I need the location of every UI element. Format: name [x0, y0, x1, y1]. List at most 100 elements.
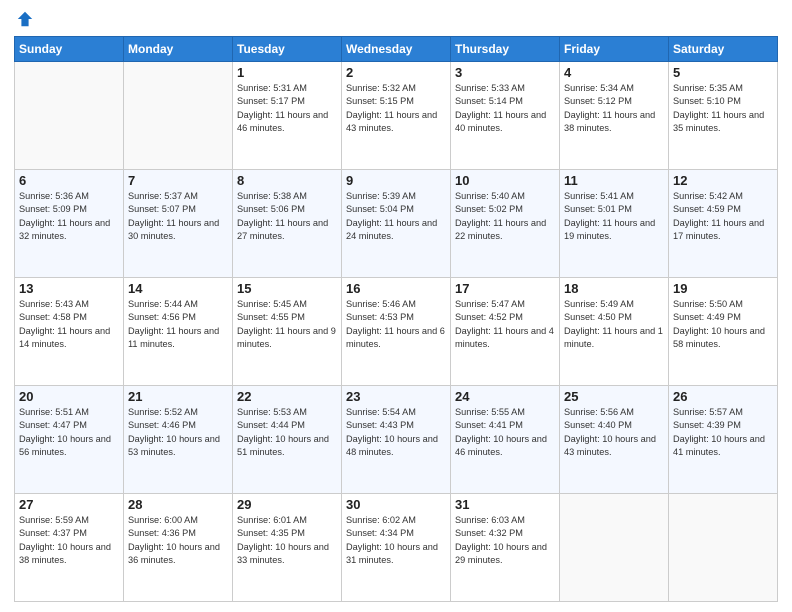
day-info: Sunrise: 5:32 AM Sunset: 5:15 PM Dayligh…: [346, 82, 446, 135]
day-info: Sunrise: 5:44 AM Sunset: 4:56 PM Dayligh…: [128, 298, 228, 351]
day-info: Sunrise: 5:59 AM Sunset: 4:37 PM Dayligh…: [19, 514, 119, 567]
weekday-header: Saturday: [669, 37, 778, 62]
calendar-cell: 19 Sunrise: 5:50 AM Sunset: 4:49 PM Dayli…: [669, 278, 778, 386]
day-number: 10: [455, 173, 555, 188]
day-number: 21: [128, 389, 228, 404]
day-number: 5: [673, 65, 773, 80]
day-number: 20: [19, 389, 119, 404]
day-info: Sunrise: 5:49 AM Sunset: 4:50 PM Dayligh…: [564, 298, 664, 351]
calendar-cell: 30 Sunrise: 6:02 AM Sunset: 4:34 PM Dayli…: [342, 494, 451, 602]
calendar-cell: [124, 62, 233, 170]
calendar-cell: 15Sunrise: 5:45 AM Sunset: 4:55 PM Dayli…: [233, 278, 342, 386]
day-info: Sunrise: 5:55 AM Sunset: 4:41 PM Dayligh…: [455, 406, 555, 459]
day-number: 8: [237, 173, 337, 188]
day-info: Sunrise: 6:01 AM Sunset: 4:35 PM Dayligh…: [237, 514, 337, 567]
calendar-cell: 18 Sunrise: 5:49 AM Sunset: 4:50 PM Dayli…: [560, 278, 669, 386]
day-number: 31: [455, 497, 555, 512]
weekday-header: Thursday: [451, 37, 560, 62]
day-info: Sunrise: 5:45 AM Sunset: 4:55 PM Dayligh…: [237, 298, 337, 351]
day-number: 7: [128, 173, 228, 188]
day-info: Sunrise: 5:37 AM Sunset: 5:07 PM Dayligh…: [128, 190, 228, 243]
day-info: Sunrise: 5:39 AM Sunset: 5:04 PM Dayligh…: [346, 190, 446, 243]
calendar-cell: 26 Sunrise: 5:57 AM Sunset: 4:39 PM Dayli…: [669, 386, 778, 494]
calendar-table: SundayMondayTuesdayWednesdayThursdayFrid…: [14, 36, 778, 602]
calendar-cell: 17 Sunrise: 5:47 AM Sunset: 4:52 PM Dayli…: [451, 278, 560, 386]
day-number: 26: [673, 389, 773, 404]
calendar-cell: 28 Sunrise: 6:00 AM Sunset: 4:36 PM Dayli…: [124, 494, 233, 602]
calendar-cell: [669, 494, 778, 602]
day-number: 22: [237, 389, 337, 404]
calendar-cell: 2 Sunrise: 5:32 AM Sunset: 5:15 PM Daylig…: [342, 62, 451, 170]
calendar-week-row: 6 Sunrise: 5:36 AM Sunset: 5:09 PM Daylig…: [15, 170, 778, 278]
calendar-cell: 22 Sunrise: 5:53 AM Sunset: 4:44 PM Dayli…: [233, 386, 342, 494]
day-info: Sunrise: 5:52 AM Sunset: 4:46 PM Dayligh…: [128, 406, 228, 459]
day-info: Sunrise: 5:33 AM Sunset: 5:14 PM Dayligh…: [455, 82, 555, 135]
day-number: 19: [673, 281, 773, 296]
calendar-header-row: SundayMondayTuesdayWednesdayThursdayFrid…: [15, 37, 778, 62]
logo-icon: [16, 10, 34, 28]
weekday-header: Tuesday: [233, 37, 342, 62]
calendar-cell: 10 Sunrise: 5:40 AM Sunset: 5:02 PM Dayli…: [451, 170, 560, 278]
calendar-week-row: 20 Sunrise: 5:51 AM Sunset: 4:47 PM Dayli…: [15, 386, 778, 494]
day-info: Sunrise: 5:34 AM Sunset: 5:12 PM Dayligh…: [564, 82, 664, 135]
day-number: 30: [346, 497, 446, 512]
day-info: Sunrise: 6:03 AM Sunset: 4:32 PM Dayligh…: [455, 514, 555, 567]
calendar-cell: 21 Sunrise: 5:52 AM Sunset: 4:46 PM Dayli…: [124, 386, 233, 494]
day-info: Sunrise: 6:00 AM Sunset: 4:36 PM Dayligh…: [128, 514, 228, 567]
day-number: 1: [237, 65, 337, 80]
day-number: 17: [455, 281, 555, 296]
day-number: 28: [128, 497, 228, 512]
day-number: 27: [19, 497, 119, 512]
calendar-cell: 1 Sunrise: 5:31 AM Sunset: 5:17 PM Daylig…: [233, 62, 342, 170]
day-info: Sunrise: 5:40 AM Sunset: 5:02 PM Dayligh…: [455, 190, 555, 243]
day-info: Sunrise: 5:57 AM Sunset: 4:39 PM Dayligh…: [673, 406, 773, 459]
day-number: 18: [564, 281, 664, 296]
calendar-cell: 27 Sunrise: 5:59 AM Sunset: 4:37 PM Dayli…: [15, 494, 124, 602]
day-number: 13: [19, 281, 119, 296]
day-number: 2: [346, 65, 446, 80]
calendar-cell: 20 Sunrise: 5:51 AM Sunset: 4:47 PM Dayli…: [15, 386, 124, 494]
calendar-cell: 11 Sunrise: 5:41 AM Sunset: 5:01 PM Dayli…: [560, 170, 669, 278]
calendar-cell: 12 Sunrise: 5:42 AM Sunset: 4:59 PM Dayli…: [669, 170, 778, 278]
day-info: Sunrise: 5:42 AM Sunset: 4:59 PM Dayligh…: [673, 190, 773, 243]
day-info: Sunrise: 5:36 AM Sunset: 5:09 PM Dayligh…: [19, 190, 119, 243]
day-info: Sunrise: 5:47 AM Sunset: 4:52 PM Dayligh…: [455, 298, 555, 351]
day-number: 6: [19, 173, 119, 188]
calendar-cell: 6 Sunrise: 5:36 AM Sunset: 5:09 PM Daylig…: [15, 170, 124, 278]
weekday-header: Monday: [124, 37, 233, 62]
calendar-week-row: 27 Sunrise: 5:59 AM Sunset: 4:37 PM Dayli…: [15, 494, 778, 602]
day-info: Sunrise: 5:41 AM Sunset: 5:01 PM Dayligh…: [564, 190, 664, 243]
day-number: 29: [237, 497, 337, 512]
day-number: 12: [673, 173, 773, 188]
weekday-header: Friday: [560, 37, 669, 62]
day-info: Sunrise: 5:54 AM Sunset: 4:43 PM Dayligh…: [346, 406, 446, 459]
day-number: 3: [455, 65, 555, 80]
day-info: Sunrise: 5:31 AM Sunset: 5:17 PM Dayligh…: [237, 82, 337, 135]
calendar-cell: 29 Sunrise: 6:01 AM Sunset: 4:35 PM Dayli…: [233, 494, 342, 602]
calendar-cell: 25Sunrise: 5:56 AM Sunset: 4:40 PM Dayli…: [560, 386, 669, 494]
day-number: 4: [564, 65, 664, 80]
day-number: 14: [128, 281, 228, 296]
calendar-cell: 4 Sunrise: 5:34 AM Sunset: 5:12 PM Daylig…: [560, 62, 669, 170]
calendar-cell: 23Sunrise: 5:54 AM Sunset: 4:43 PM Dayli…: [342, 386, 451, 494]
day-info: Sunrise: 5:53 AM Sunset: 4:44 PM Dayligh…: [237, 406, 337, 459]
day-info: Sunrise: 5:50 AM Sunset: 4:49 PM Dayligh…: [673, 298, 773, 351]
logo: [14, 10, 34, 28]
calendar-cell: 7 Sunrise: 5:37 AM Sunset: 5:07 PM Daylig…: [124, 170, 233, 278]
calendar-week-row: 13 Sunrise: 5:43 AM Sunset: 4:58 PM Dayli…: [15, 278, 778, 386]
calendar-week-row: 1 Sunrise: 5:31 AM Sunset: 5:17 PM Daylig…: [15, 62, 778, 170]
day-info: Sunrise: 6:02 AM Sunset: 4:34 PM Dayligh…: [346, 514, 446, 567]
day-number: 11: [564, 173, 664, 188]
calendar-cell: [560, 494, 669, 602]
day-info: Sunrise: 5:51 AM Sunset: 4:47 PM Dayligh…: [19, 406, 119, 459]
day-number: 24: [455, 389, 555, 404]
calendar-cell: 31 Sunrise: 6:03 AM Sunset: 4:32 PM Dayli…: [451, 494, 560, 602]
calendar-cell: 24 Sunrise: 5:55 AM Sunset: 4:41 PM Dayli…: [451, 386, 560, 494]
day-info: Sunrise: 5:46 AM Sunset: 4:53 PM Dayligh…: [346, 298, 446, 351]
day-info: Sunrise: 5:43 AM Sunset: 4:58 PM Dayligh…: [19, 298, 119, 351]
page-container: SundayMondayTuesdayWednesdayThursdayFrid…: [0, 0, 792, 612]
weekday-header: Sunday: [15, 37, 124, 62]
calendar-cell: 9Sunrise: 5:39 AM Sunset: 5:04 PM Daylig…: [342, 170, 451, 278]
header: [14, 10, 778, 28]
calendar-cell: 14 Sunrise: 5:44 AM Sunset: 4:56 PM Dayli…: [124, 278, 233, 386]
